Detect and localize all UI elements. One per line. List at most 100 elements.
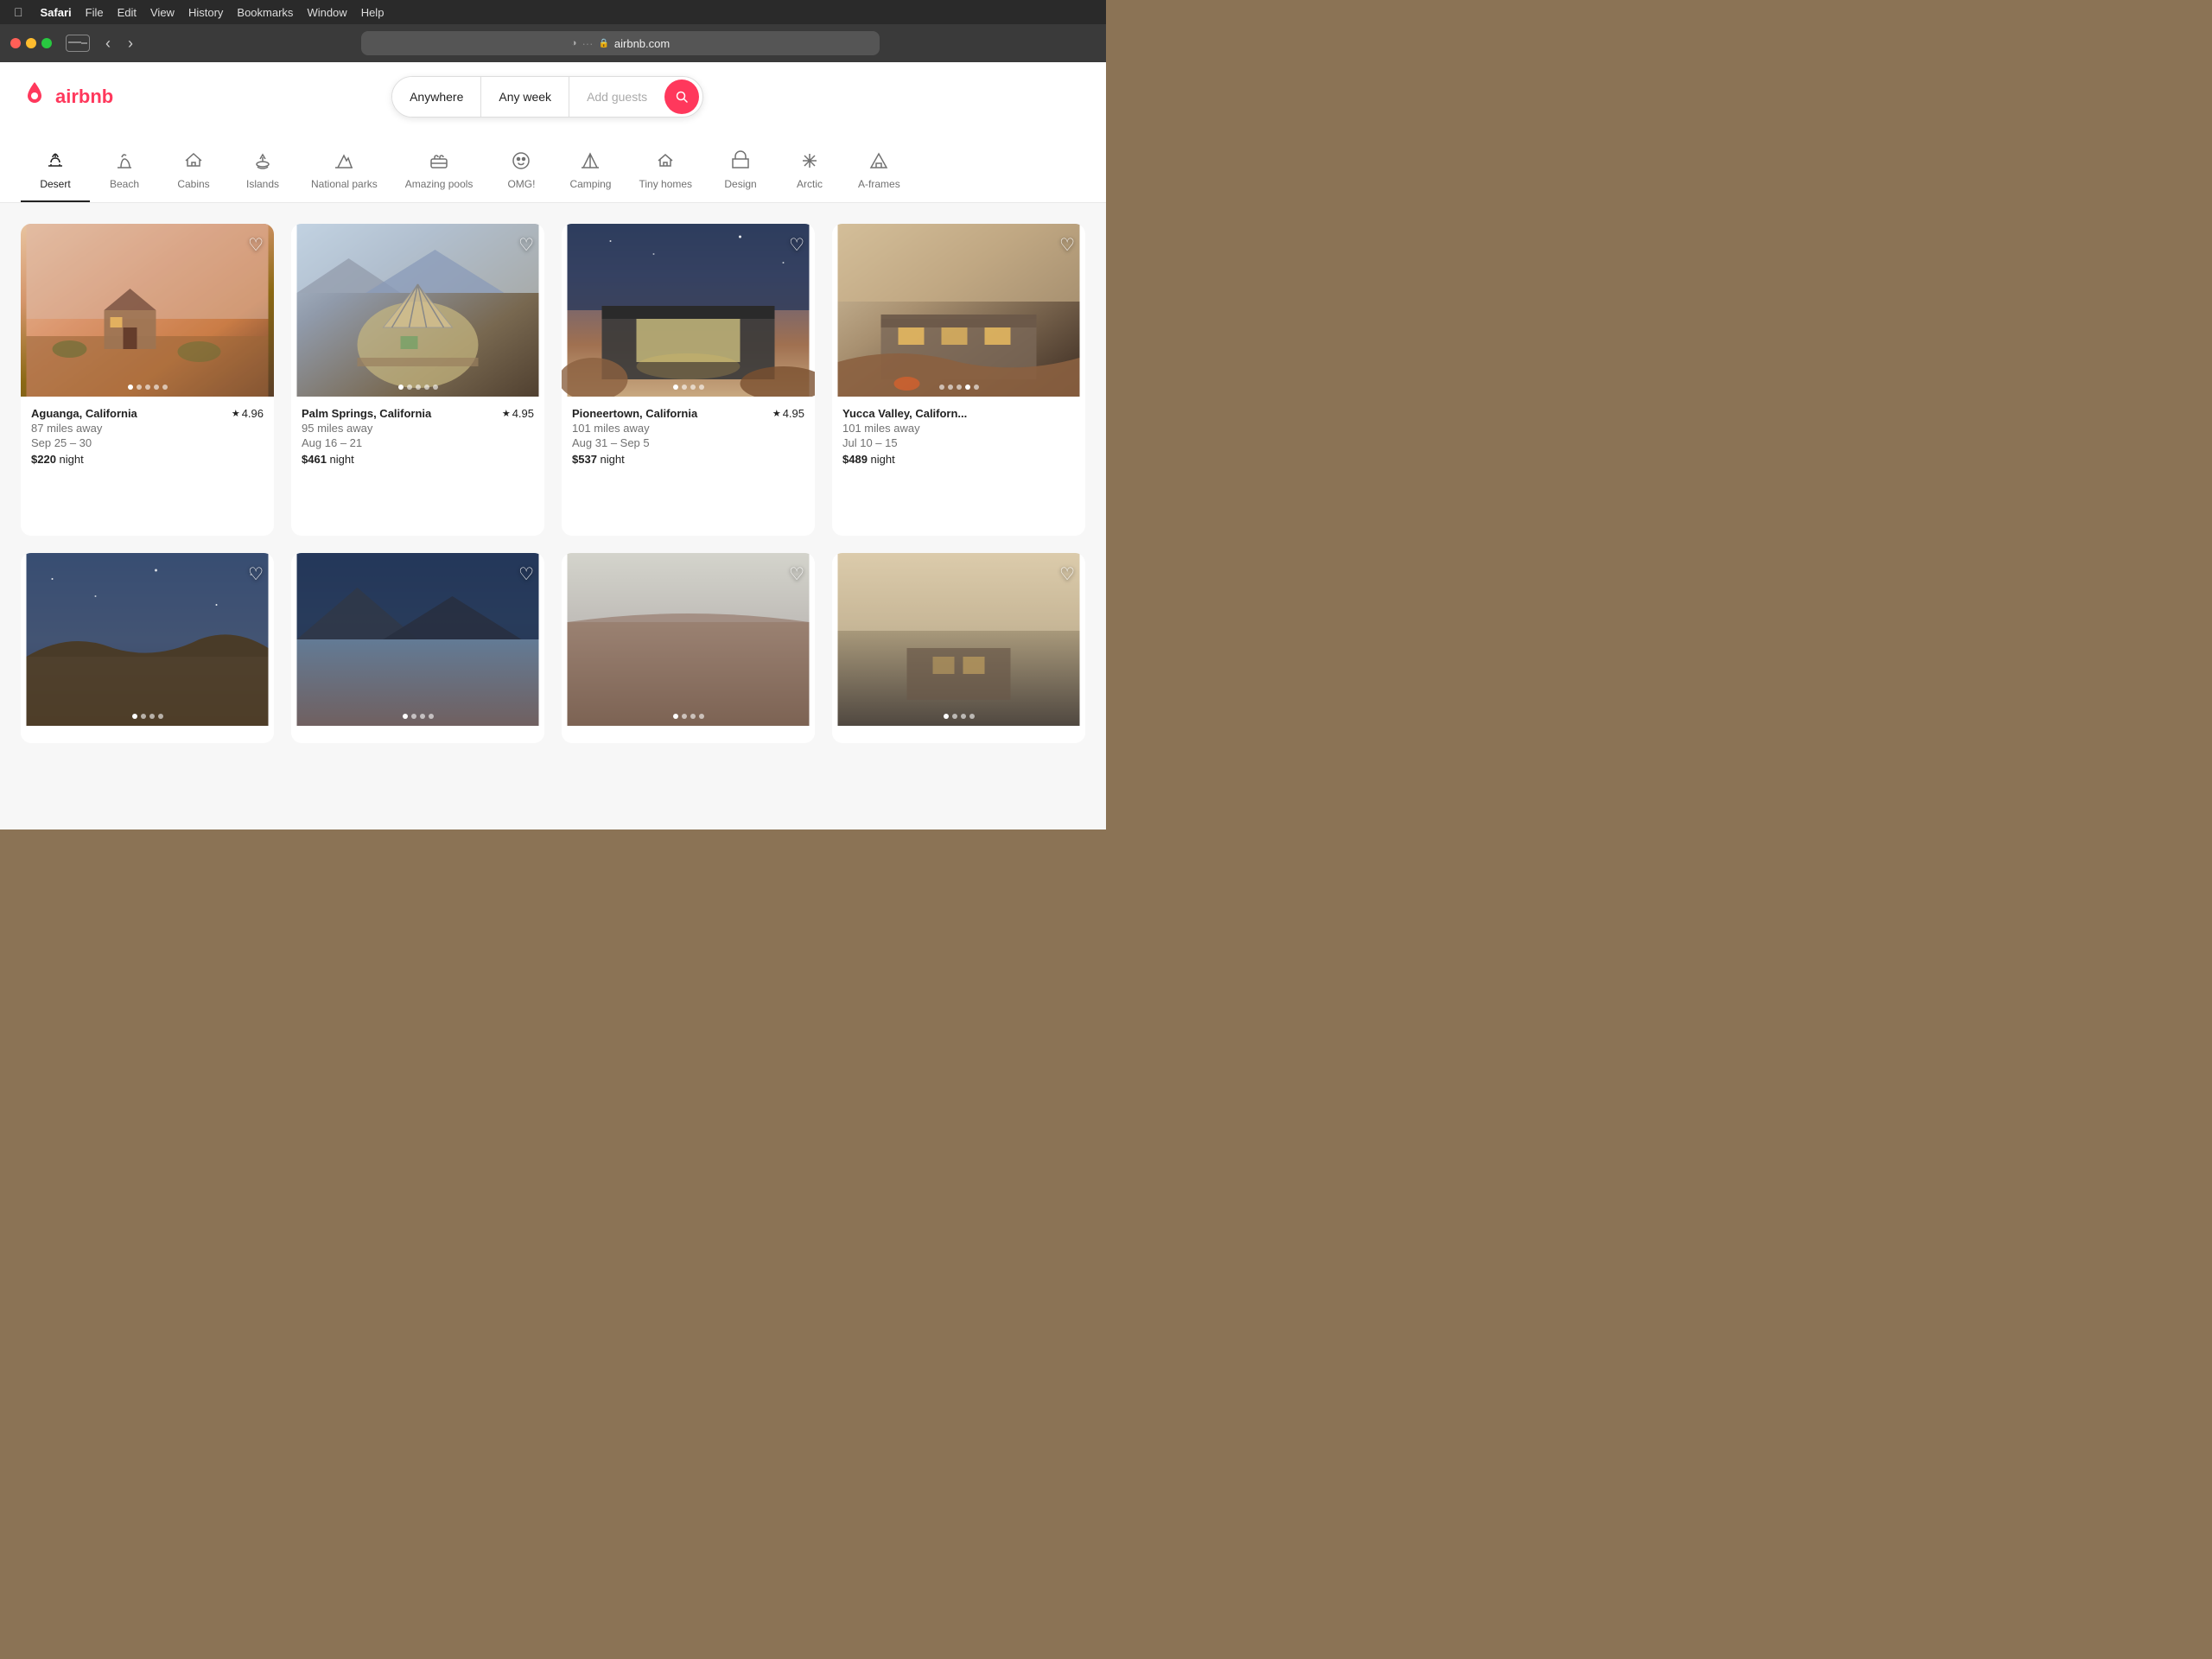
amazing-pools-label: Amazing pools [405, 178, 474, 190]
dot-2 [137, 385, 142, 390]
category-national-parks[interactable]: National parks [297, 142, 391, 202]
card-price-4: $489 night [842, 453, 1075, 466]
apple-logo-icon:  [14, 5, 23, 19]
add-guests-pill[interactable]: Add guests [569, 77, 664, 117]
card-dates-4: Jul 10 – 15 [842, 436, 1075, 449]
wishlist-button-8[interactable]: ♡ [1059, 563, 1075, 585]
listing-card-8[interactable]: ♡ [832, 553, 1085, 743]
amazing-pools-icon [429, 149, 449, 173]
listing-image-6: ♡ [291, 553, 544, 726]
close-button[interactable] [10, 38, 21, 48]
image-dots-3 [673, 385, 704, 390]
rating-value-1: 4.96 [242, 407, 264, 420]
listing-image-1: ♡ [21, 224, 274, 397]
image-dots-8 [944, 714, 975, 719]
category-camping[interactable]: Camping [556, 142, 625, 202]
omg-icon [511, 149, 531, 173]
address-bar[interactable]: ◑ ··· 🔒 airbnb.com [361, 31, 880, 55]
header-top-row: airbnb Anywhere Any week Add guests [21, 76, 1085, 118]
card-location-4: Yucca Valley, Californ... [842, 407, 967, 420]
image-dots-2 [398, 385, 438, 390]
wishlist-button-4[interactable]: ♡ [1059, 234, 1075, 256]
listing-image-2: ♡ [291, 224, 544, 397]
wishlist-button-1[interactable]: ♡ [248, 234, 264, 256]
card-price-2: $461 night [302, 453, 534, 466]
desert-icon [45, 149, 66, 173]
menu-file[interactable]: File [86, 6, 104, 19]
aframes-icon [868, 149, 889, 173]
rating-value-3: 4.95 [783, 407, 804, 420]
menu-window[interactable]: Window [307, 6, 346, 19]
arctic-label: Arctic [797, 178, 823, 190]
forward-button[interactable]: › [123, 33, 138, 54]
anywhere-pill[interactable]: Anywhere [392, 77, 481, 117]
wishlist-button-7[interactable]: ♡ [789, 563, 804, 585]
category-design[interactable]: Design [706, 142, 775, 202]
menu-safari[interactable]: Safari [41, 6, 72, 19]
listing-image-3: ♡ [562, 224, 815, 397]
card-title-row-3: Pioneertown, California ★ 4.95 [572, 407, 804, 420]
listing-card-1[interactable]: ♡ Aguanga, California ★ 4.96 87 [21, 224, 274, 536]
category-tiny-homes[interactable]: Tiny homes [625, 142, 706, 202]
category-islands[interactable]: Islands [228, 142, 297, 202]
airbnb-logo[interactable]: airbnb [21, 80, 113, 114]
sidebar-toggle-button[interactable] [66, 35, 90, 52]
listing-card-4[interactable]: ♡ Yucca Valley, Californ... 101 miles aw… [832, 224, 1085, 536]
wishlist-button-2[interactable]: ♡ [518, 234, 534, 256]
image-dots-7 [673, 714, 704, 719]
listing-card-2[interactable]: ♡ Palm Springs, California ★ 4.95 [291, 224, 544, 536]
category-desert[interactable]: Desert [21, 142, 90, 202]
image-dots-1 [128, 385, 168, 390]
main-search-bar[interactable]: Anywhere Any week Add guests [391, 76, 703, 118]
category-cabins[interactable]: Cabins [159, 142, 228, 202]
card-info-3: Pioneertown, California ★ 4.95 101 miles… [562, 397, 815, 476]
camping-label: Camping [569, 178, 611, 190]
star-icon-2: ★ [502, 408, 511, 419]
wishlist-button-3[interactable]: ♡ [789, 234, 804, 256]
menu-edit[interactable]: Edit [118, 6, 137, 19]
card-location-1: Aguanga, California [31, 407, 137, 420]
beach-icon [114, 149, 135, 173]
cabins-icon [183, 149, 204, 173]
menu-help[interactable]: Help [361, 6, 385, 19]
listing-card-5[interactable]: ♡ [21, 553, 274, 743]
maximize-button[interactable] [41, 38, 52, 48]
national-parks-icon [334, 149, 354, 173]
design-label: Design [724, 178, 756, 190]
category-omg[interactable]: OMG! [486, 142, 556, 202]
airbnb-page: airbnb Anywhere Any week Add guests [0, 62, 1106, 830]
back-button[interactable]: ‹ [100, 33, 116, 54]
tiny-homes-icon [655, 149, 676, 173]
category-amazing-pools[interactable]: Amazing pools [391, 142, 487, 202]
star-icon-1: ★ [232, 408, 240, 419]
listing-card-6[interactable]: ♡ [291, 553, 544, 743]
dot-1 [128, 385, 133, 390]
category-beach[interactable]: Beach [90, 142, 159, 202]
menu-bookmarks[interactable]: Bookmarks [237, 6, 293, 19]
arctic-icon [799, 149, 820, 173]
minimize-button[interactable] [26, 38, 36, 48]
card-rating-2: ★ 4.95 [502, 407, 534, 420]
islands-label: Islands [246, 178, 279, 190]
cabins-label: Cabins [177, 178, 209, 190]
menu-history[interactable]: History [188, 6, 223, 19]
category-arctic[interactable]: Arctic [775, 142, 844, 202]
card-dates-2: Aug 16 – 21 [302, 436, 534, 449]
listing-card-7[interactable]: ♡ [562, 553, 815, 743]
category-aframes[interactable]: A-frames [844, 142, 914, 202]
aframes-label: A-frames [858, 178, 900, 190]
airbnb-logo-icon [21, 80, 48, 114]
airbnb-header: airbnb Anywhere Any week Add guests [0, 62, 1106, 203]
menu-bar:  Safari File Edit View History Bookmark… [0, 0, 1106, 24]
wishlist-button-6[interactable]: ♡ [518, 563, 534, 585]
card-info-1: Aguanga, California ★ 4.96 87 miles away… [21, 397, 274, 476]
reading-mode-dots: ··· [582, 37, 593, 50]
wishlist-button-5[interactable]: ♡ [248, 563, 264, 585]
menu-view[interactable]: View [150, 6, 175, 19]
listing-image-5: ♡ [21, 553, 274, 726]
card-distance-4: 101 miles away [842, 422, 1075, 435]
search-button[interactable] [664, 79, 699, 114]
card-distance-2: 95 miles away [302, 422, 534, 435]
any-week-pill[interactable]: Any week [481, 77, 569, 117]
listing-card-3[interactable]: ♡ Pioneertown, California ★ 4.95 101 mil… [562, 224, 815, 536]
